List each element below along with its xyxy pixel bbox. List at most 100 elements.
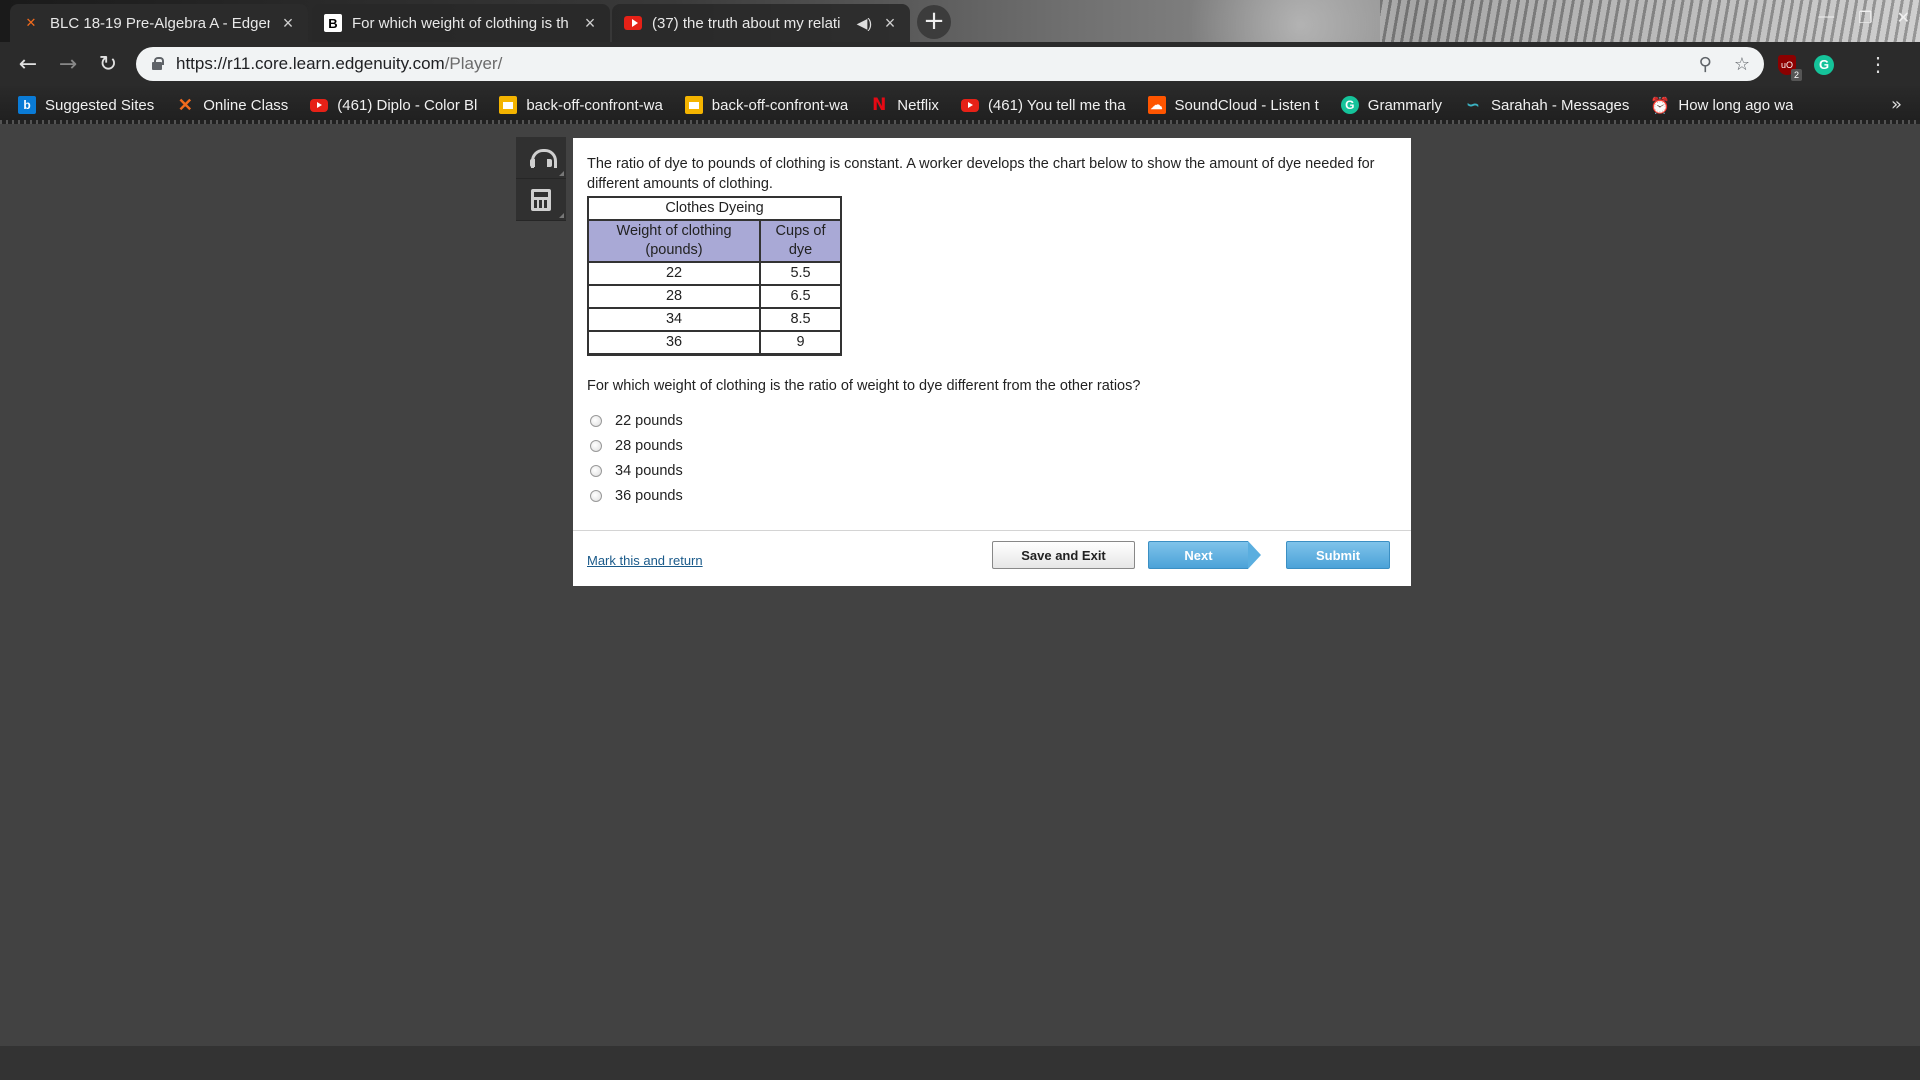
question-content: The ratio of dye to pounds of clothing i…	[573, 138, 1411, 508]
bookmark-how-long-ago[interactable]: ⏰ How long ago wa	[1651, 96, 1793, 114]
bookmark-back-off-2[interactable]: back-off-confront-wa	[684, 96, 848, 114]
mark-and-return-link[interactable]: Mark this and return	[587, 553, 703, 568]
youtube-icon	[624, 16, 642, 30]
choice-34-pounds[interactable]: 34 pounds	[587, 458, 1397, 483]
table-header-dye: Cups of dye	[759, 219, 842, 263]
more-bookmarks-icon[interactable]: »	[1891, 94, 1902, 115]
table-cell: 8.5	[759, 307, 842, 332]
menu-kebab-icon[interactable]: ⋮	[1868, 52, 1888, 77]
tab-title: BLC 18-19 Pre-Algebra A - Edgen	[50, 14, 270, 32]
tab-youtube[interactable]: (37) the truth about my relati ◀) ×	[612, 4, 910, 42]
question-footer: Mark this and return Save and Exit Next …	[573, 530, 1411, 586]
url-host: https://r11.core.learn.edgenuity.com	[176, 54, 445, 73]
reload-icon[interactable]: ↻	[88, 44, 128, 84]
page-bottom-strip	[0, 1046, 1920, 1080]
choice-22-pounds[interactable]: 22 pounds	[587, 408, 1397, 433]
headphones-icon	[530, 148, 557, 168]
table-caption: Clothes Dyeing	[587, 196, 842, 221]
speaker-icon[interactable]: ◀)	[857, 15, 872, 32]
minimize-icon[interactable]: —	[1818, 8, 1834, 28]
new-tab-button[interactable]: +	[917, 5, 951, 39]
choice-label: 34 pounds	[615, 462, 683, 479]
grammarly-icon[interactable]: G	[1814, 54, 1834, 75]
table-cell: 34	[586, 307, 762, 332]
bookmark-netflix[interactable]: N Netflix	[870, 96, 939, 114]
choice-28-pounds[interactable]: 28 pounds	[587, 433, 1397, 458]
slides-icon	[684, 96, 703, 114]
back-icon[interactable]: ←	[8, 44, 48, 84]
browser-toolbar: ← → ↻ https://r11.core.learn.edgenuity.c…	[0, 42, 1920, 86]
bookmark-soundcloud[interactable]: ☁ SoundCloud - Listen t	[1147, 96, 1319, 114]
window-controls: — ❐ ✕	[1818, 8, 1910, 28]
bookmark-you-tell-me[interactable]: (461) You tell me tha	[960, 97, 1126, 114]
table-cell: 5.5	[759, 261, 842, 286]
bookmark-online-class[interactable]: ✕ Online Class	[176, 96, 289, 114]
radio-button[interactable]	[590, 439, 602, 452]
question-text: For which weight of clothing is the rati…	[587, 378, 1141, 394]
restore-icon[interactable]: ❐	[1858, 8, 1872, 28]
next-button[interactable]: Next	[1148, 541, 1248, 569]
address-bar[interactable]: https://r11.core.learn.edgenuity.com/Pla…	[136, 47, 1764, 81]
soundcloud-icon: ☁	[1147, 96, 1166, 114]
bookmark-grammarly[interactable]: G Grammarly	[1340, 96, 1442, 114]
table-row: 22 5.5	[586, 261, 842, 286]
read-aloud-button[interactable]	[516, 137, 566, 179]
extension-badge: 2	[1790, 68, 1802, 81]
radio-button[interactable]	[590, 489, 602, 502]
table-header-weight: Weight of clothing (pounds)	[586, 219, 762, 263]
table-cell: 22	[586, 261, 762, 286]
tab-brainly[interactable]: B For which weight of clothing is th ×	[312, 4, 610, 42]
calculator-icon	[531, 188, 551, 211]
tab-strip: ✕ BLC 18-19 Pre-Algebra A - Edgen × B Fo…	[0, 0, 1920, 42]
edgenuity-x-icon: ✕	[25, 15, 37, 31]
radio-button[interactable]	[590, 464, 602, 477]
radio-button[interactable]	[590, 414, 602, 427]
question-card: The ratio of dye to pounds of clothing i…	[573, 138, 1411, 586]
close-window-icon[interactable]: ✕	[1897, 8, 1910, 28]
question-prompt: The ratio of dye to pounds of clothing i…	[587, 156, 1375, 192]
table-cell: 28	[586, 284, 762, 309]
forward-icon[interactable]: →	[48, 44, 88, 84]
table-cell: 36	[586, 330, 762, 356]
table-row: 34 8.5	[586, 307, 842, 332]
alarm-clock-icon: ⏰	[1651, 96, 1671, 114]
youtube-icon	[960, 98, 979, 112]
youtube-icon	[310, 98, 329, 112]
close-tab-icon[interactable]: ×	[280, 14, 296, 32]
extension-area: uO 2 G ⋮	[1778, 52, 1888, 81]
choice-label: 28 pounds	[615, 437, 683, 454]
next-arrow-icon[interactable]	[1248, 541, 1261, 569]
tab-title: For which weight of clothing is th	[352, 14, 569, 32]
calculator-button[interactable]	[516, 179, 566, 221]
slides-icon	[499, 96, 518, 114]
submit-button[interactable]: Submit	[1286, 541, 1390, 569]
brainly-b-icon: B	[324, 14, 342, 32]
bookmark-diplo[interactable]: (461) Diplo - Color Bl	[310, 97, 477, 114]
bookmark-back-off-1[interactable]: back-off-confront-wa	[499, 96, 663, 114]
bing-icon: b	[18, 96, 36, 114]
data-table: Clothes Dyeing Weight of clothing (pound…	[586, 196, 842, 356]
bookmark-star-icon[interactable]: ☆	[1734, 54, 1750, 75]
tab-edgenuity[interactable]: ✕ BLC 18-19 Pre-Algebra A - Edgen ×	[10, 4, 308, 42]
lock-icon	[150, 57, 164, 71]
edgenuity-x-icon: ✕	[177, 96, 193, 114]
bookmark-suggested-sites[interactable]: b Suggested Sites	[18, 96, 154, 114]
choice-label: 22 pounds	[615, 412, 683, 429]
choice-label: 36 pounds	[615, 487, 683, 504]
bookmarks-bar: b Suggested Sites ✕ Online Class (461) D…	[0, 86, 1920, 124]
tab-title: (37) the truth about my relati	[652, 14, 841, 32]
table-row: 36 9	[586, 330, 842, 356]
save-and-exit-button[interactable]: Save and Exit	[992, 541, 1135, 569]
grammarly-icon: G	[1340, 96, 1359, 114]
table-cell: 6.5	[759, 284, 842, 309]
choice-36-pounds[interactable]: 36 pounds	[587, 483, 1397, 508]
side-tools	[516, 137, 566, 221]
url-path: /Player/	[444, 54, 503, 73]
ublock-icon[interactable]: uO 2	[1778, 54, 1802, 81]
table-cell: 9	[759, 330, 842, 356]
bookmark-sarahah[interactable]: ∽ Sarahah - Messages	[1464, 96, 1629, 115]
close-tab-icon[interactable]: ×	[882, 14, 898, 32]
answer-choices: 22 pounds 28 pounds 34 pounds 36 pounds	[587, 408, 1397, 508]
zoom-icon[interactable]: ⚲	[1699, 54, 1712, 75]
close-tab-icon[interactable]: ×	[582, 14, 598, 32]
